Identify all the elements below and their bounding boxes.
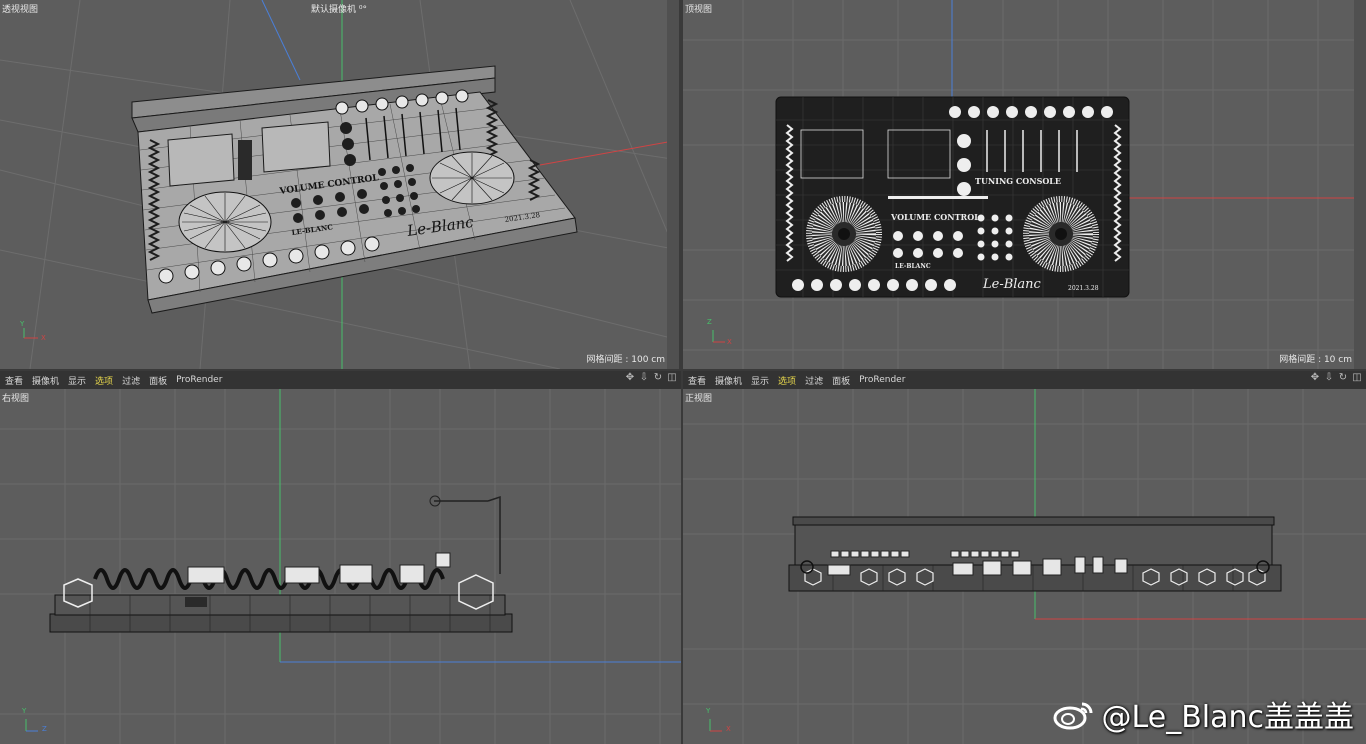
axis-x-label: X [727,338,732,346]
perspective-scene: VOLUME CONTROL LE-BLANC Le-Blanc 2021.3.… [0,0,679,369]
axis-x-label: X [726,725,731,733]
viewport-menubar-left: 查看 摄像机 显示 选项 过滤 面板 ProRender ✥ ⇩ ↻ ◫ [0,371,681,389]
right-scene [0,389,681,744]
menu-prorender[interactable]: ProRender [176,375,222,385]
rotate-view-icon[interactable]: ↻ [653,373,663,383]
menu-view[interactable]: 查看 [688,374,706,387]
menu-filter[interactable]: 过滤 [805,374,823,387]
axis-x-label: X [41,334,46,342]
front-scene [683,389,1366,744]
watermark-text: @Le_Blanc盖盖盖 [1101,700,1354,735]
axis-z-label: Z [42,725,47,733]
viewport-scrollbar[interactable] [1354,0,1366,369]
menu-filter[interactable]: 过滤 [122,374,140,387]
svg-text:LE-BLANC: LE-BLANC [895,263,931,270]
viewport-label: 顶视图 [685,5,713,15]
axis-y-label: Y [706,707,711,715]
menu-prorender[interactable]: ProRender [859,375,905,385]
dolly-view-icon[interactable]: ⇩ [1324,373,1334,383]
maximize-view-icon[interactable]: ◫ [667,373,677,383]
watermark: @Le_Blanc盖盖盖 [1052,692,1354,736]
menu-display[interactable]: 显示 [751,374,769,387]
viewport-nav-tools: ✥ ⇩ ↻ ◫ [1310,373,1362,383]
front-viewport[interactable]: 正视图 Y X [683,389,1366,744]
top-scene: TUNING CONSOLE VOLUME CONTROL LE-BLANC L… [683,0,1366,369]
axis-y-label: Y [20,320,25,328]
viewport-scrollbar[interactable] [667,0,679,369]
axis-y-label: Y [22,707,27,715]
top-viewport[interactable]: TUNING CONSOLE VOLUME CONTROL LE-BLANC L… [683,0,1366,369]
svg-text:2021.3.28: 2021.3.28 [1068,285,1099,292]
svg-text:Le-Blanc: Le-Blanc [982,277,1042,292]
svg-text:VOLUME CONTROL: VOLUME CONTROL [890,212,980,222]
grid-spacing-label: 网格间距 : 100 cm [586,355,665,365]
menu-options[interactable]: 选项 [95,374,113,387]
viewport-label: 透视视图 [2,5,39,15]
move-view-icon[interactable]: ✥ [625,373,635,383]
rotate-view-icon[interactable]: ↻ [1338,373,1348,383]
grid-spacing-label: 网格间距 : 10 cm [1279,355,1352,365]
menu-options[interactable]: 选项 [778,374,796,387]
viewport-label: 右视图 [2,394,30,404]
viewport-menubar-right: 查看 摄像机 显示 选项 过滤 面板 ProRender ✥ ⇩ ↻ ◫ [683,371,1366,389]
right-viewport[interactable]: 右视图 Y Z [0,389,681,744]
viewport-label: 正视图 [685,394,713,404]
perspective-viewport[interactable]: VOLUME CONTROL LE-BLANC Le-Blanc 2021.3.… [0,0,679,369]
menu-camera[interactable]: 摄像机 [715,374,742,387]
move-view-icon[interactable]: ✥ [1310,373,1320,383]
maximize-view-icon[interactable]: ◫ [1352,373,1362,383]
viewport-nav-tools: ✥ ⇩ ↻ ◫ [625,373,677,383]
weibo-logo-icon [1052,698,1096,730]
menu-panel[interactable]: 面板 [832,374,850,387]
menu-view[interactable]: 查看 [5,374,23,387]
menu-panel[interactable]: 面板 [149,374,167,387]
camera-label[interactable]: 默认摄像机 ⁰° [311,2,367,15]
dolly-view-icon[interactable]: ⇩ [639,373,649,383]
menu-display[interactable]: 显示 [68,374,86,387]
axis-z-label: Z [707,318,712,326]
menu-camera[interactable]: 摄像机 [32,374,59,387]
svg-text:TUNING CONSOLE: TUNING CONSOLE [975,176,1061,186]
